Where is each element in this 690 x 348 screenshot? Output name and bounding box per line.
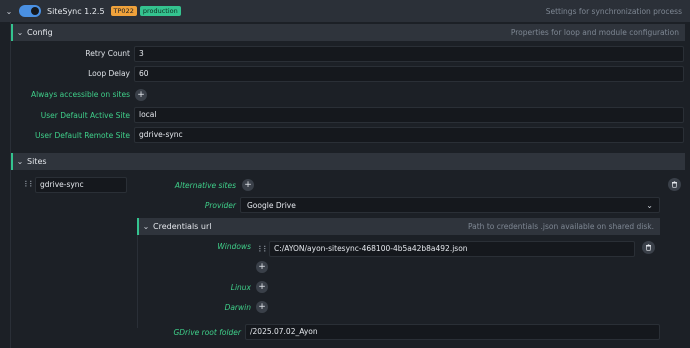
- addon-enabled-toggle[interactable]: [19, 5, 41, 17]
- addon-header: ⌄ SiteSync 1.2.5 TP022 production Settin…: [0, 0, 690, 22]
- chevron-down-icon: ⌄: [142, 222, 150, 231]
- variant-badge: production: [139, 6, 181, 16]
- darwin-label: Darwin: [224, 303, 251, 312]
- add-windows-path-button[interactable]: +: [256, 261, 268, 273]
- add-linux-path-button[interactable]: +: [256, 281, 268, 293]
- retry-count-input[interactable]: 3: [134, 46, 684, 62]
- gdrive-root-input[interactable]: /2025.07.02_Ayon: [245, 324, 660, 340]
- config-section-header[interactable]: ⌄ Config Properties for loop and module …: [11, 24, 685, 41]
- remote-site-label: User Default Remote Site: [35, 131, 130, 140]
- credentials-section-title: Credentials url: [153, 222, 212, 231]
- chevron-down-icon: ⌄: [16, 157, 24, 166]
- drag-handle-icon[interactable]: ⠇⠇: [258, 245, 269, 254]
- provider-label: Provider: [204, 201, 236, 210]
- provider-value: Google Drive: [247, 200, 296, 210]
- remote-site-input[interactable]: gdrive-sync: [134, 127, 684, 143]
- add-darwin-path-button[interactable]: +: [256, 301, 268, 313]
- sites-section-title: Sites: [27, 157, 47, 166]
- loop-delay-input[interactable]: 60: [134, 66, 684, 82]
- site-name-input[interactable]: gdrive-sync: [35, 177, 127, 193]
- add-alternative-site-button[interactable]: +: [242, 179, 254, 191]
- windows-label: Windows: [217, 242, 251, 251]
- alternative-sites-label: Alternative sites: [174, 181, 236, 190]
- active-site-label: User Default Active Site: [40, 111, 130, 120]
- drag-handle-icon[interactable]: ⠇⠇: [24, 180, 35, 189]
- active-site-input[interactable]: local: [134, 107, 684, 123]
- sites-section-header[interactable]: ⌄ Sites: [11, 153, 685, 170]
- project-badge: TP022: [110, 6, 137, 16]
- windows-path-input[interactable]: C:/AYON/ayon-sitesync-468100-4b5a42b8a49…: [269, 241, 635, 257]
- trash-icon: [672, 181, 677, 188]
- addon-description: Settings for synchronization process: [545, 6, 682, 16]
- chevron-down-icon: ⌄: [16, 28, 24, 37]
- delete-site-button[interactable]: [668, 178, 681, 191]
- linux-label: Linux: [230, 283, 251, 292]
- add-always-accessible-button[interactable]: +: [135, 89, 147, 101]
- trash-icon: [646, 244, 651, 251]
- credentials-section-header[interactable]: ⌄ Credentials url Path to credentials .j…: [137, 218, 660, 235]
- addon-title: SiteSync 1.2.5: [47, 6, 105, 16]
- provider-select[interactable]: Google Drive ⌄: [240, 197, 660, 213]
- gdrive-root-label: GDrive root folder: [173, 328, 241, 337]
- chevron-down-icon: ⌄: [646, 200, 653, 210]
- delete-windows-path-button[interactable]: [642, 241, 655, 254]
- always-accessible-label: Always accessible on sites: [30, 90, 130, 99]
- credentials-section-description: Path to credentials .json available on s…: [467, 222, 654, 231]
- config-section-description: Properties for loop and module configura…: [510, 28, 679, 37]
- loop-delay-label: Loop Delay: [88, 69, 130, 78]
- chevron-down-icon[interactable]: ⌄: [4, 7, 14, 16]
- tree-guide-line: [10, 22, 11, 348]
- retry-count-label: Retry Count: [85, 49, 130, 58]
- config-section-title: Config: [27, 28, 53, 37]
